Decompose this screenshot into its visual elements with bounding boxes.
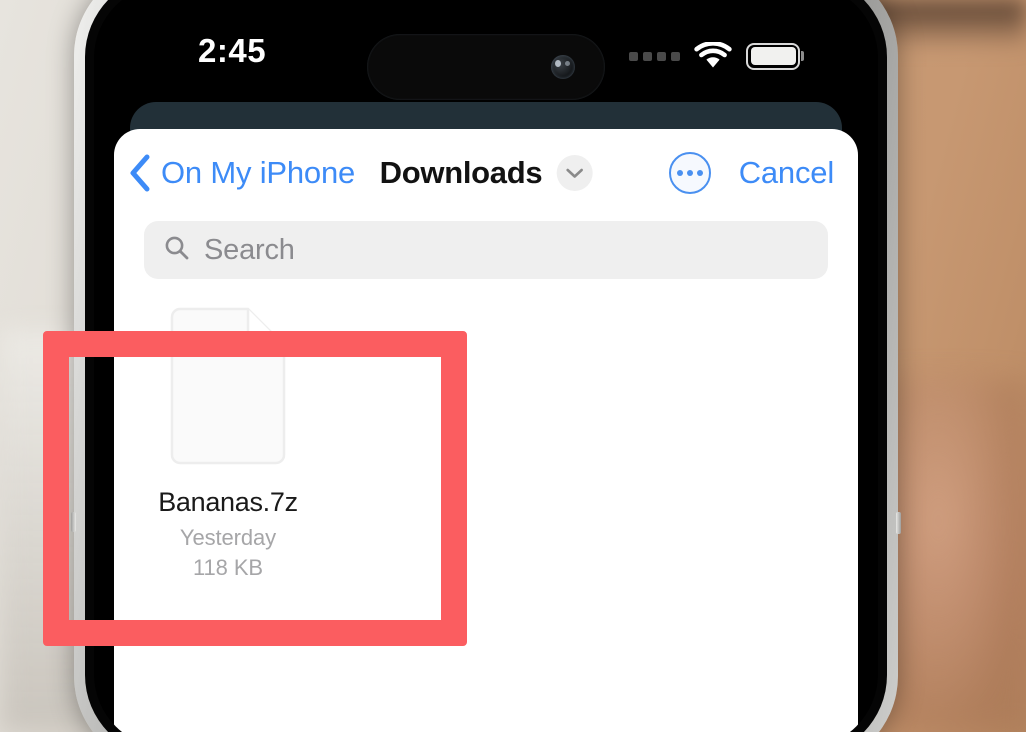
volume-button[interactable] <box>71 512 76 532</box>
generic-document-icon <box>166 307 290 465</box>
file-name-label: Bananas.7z <box>158 487 298 517</box>
sheet-navbar-actions: Cancel <box>668 152 834 194</box>
iphone-screen: 2:45 On My iPhone Downloads Cancel Searc… <box>94 0 878 732</box>
sheet-navigation-bar: On My iPhone Downloads Cancel <box>114 129 858 217</box>
page-title: Downloads <box>379 155 543 190</box>
screenshot-root: 2:45 On My iPhone Downloads Cancel Searc… <box>0 0 1026 732</box>
dynamic-island[interactable] <box>367 34 605 100</box>
chevron-down-icon[interactable] <box>556 155 593 191</box>
signal-dots-icon <box>629 51 680 61</box>
search-input[interactable]: Search <box>144 221 828 279</box>
back-button[interactable]: On My iPhone <box>128 153 355 193</box>
files-picker-sheet: On My iPhone Downloads Cancel Search Ban… <box>114 129 858 732</box>
search-placeholder-text: Search <box>204 233 295 266</box>
background-blob-right <box>880 380 1026 732</box>
file-grid: Bananas.7z Yesterday 118 KB <box>114 279 858 581</box>
power-button[interactable] <box>896 512 901 534</box>
search-bar-container: Search <box>114 221 858 279</box>
status-bar: 2:45 <box>94 0 878 114</box>
status-bar-indicators <box>629 42 800 70</box>
iphone-device-frame: 2:45 On My iPhone Downloads Cancel Searc… <box>71 0 901 732</box>
sheet-title-group: Downloads <box>380 155 593 191</box>
wifi-icon <box>694 42 732 70</box>
battery-full-icon <box>746 42 800 70</box>
list-item[interactable]: Bananas.7z Yesterday 118 KB <box>144 307 312 581</box>
search-icon <box>164 235 190 266</box>
chevron-left-icon <box>128 153 152 193</box>
file-date-label: Yesterday <box>179 525 277 550</box>
file-size-label: 118 KB <box>193 555 263 580</box>
more-options-ellipsis-icon[interactable] <box>668 152 711 194</box>
iphone-bezel: 2:45 On My iPhone Downloads Cancel Searc… <box>85 0 887 732</box>
cancel-button[interactable]: Cancel <box>739 155 834 191</box>
back-button-label: On My iPhone <box>161 155 356 190</box>
status-bar-time: 2:45 <box>198 32 267 69</box>
front-camera-icon <box>551 55 575 79</box>
